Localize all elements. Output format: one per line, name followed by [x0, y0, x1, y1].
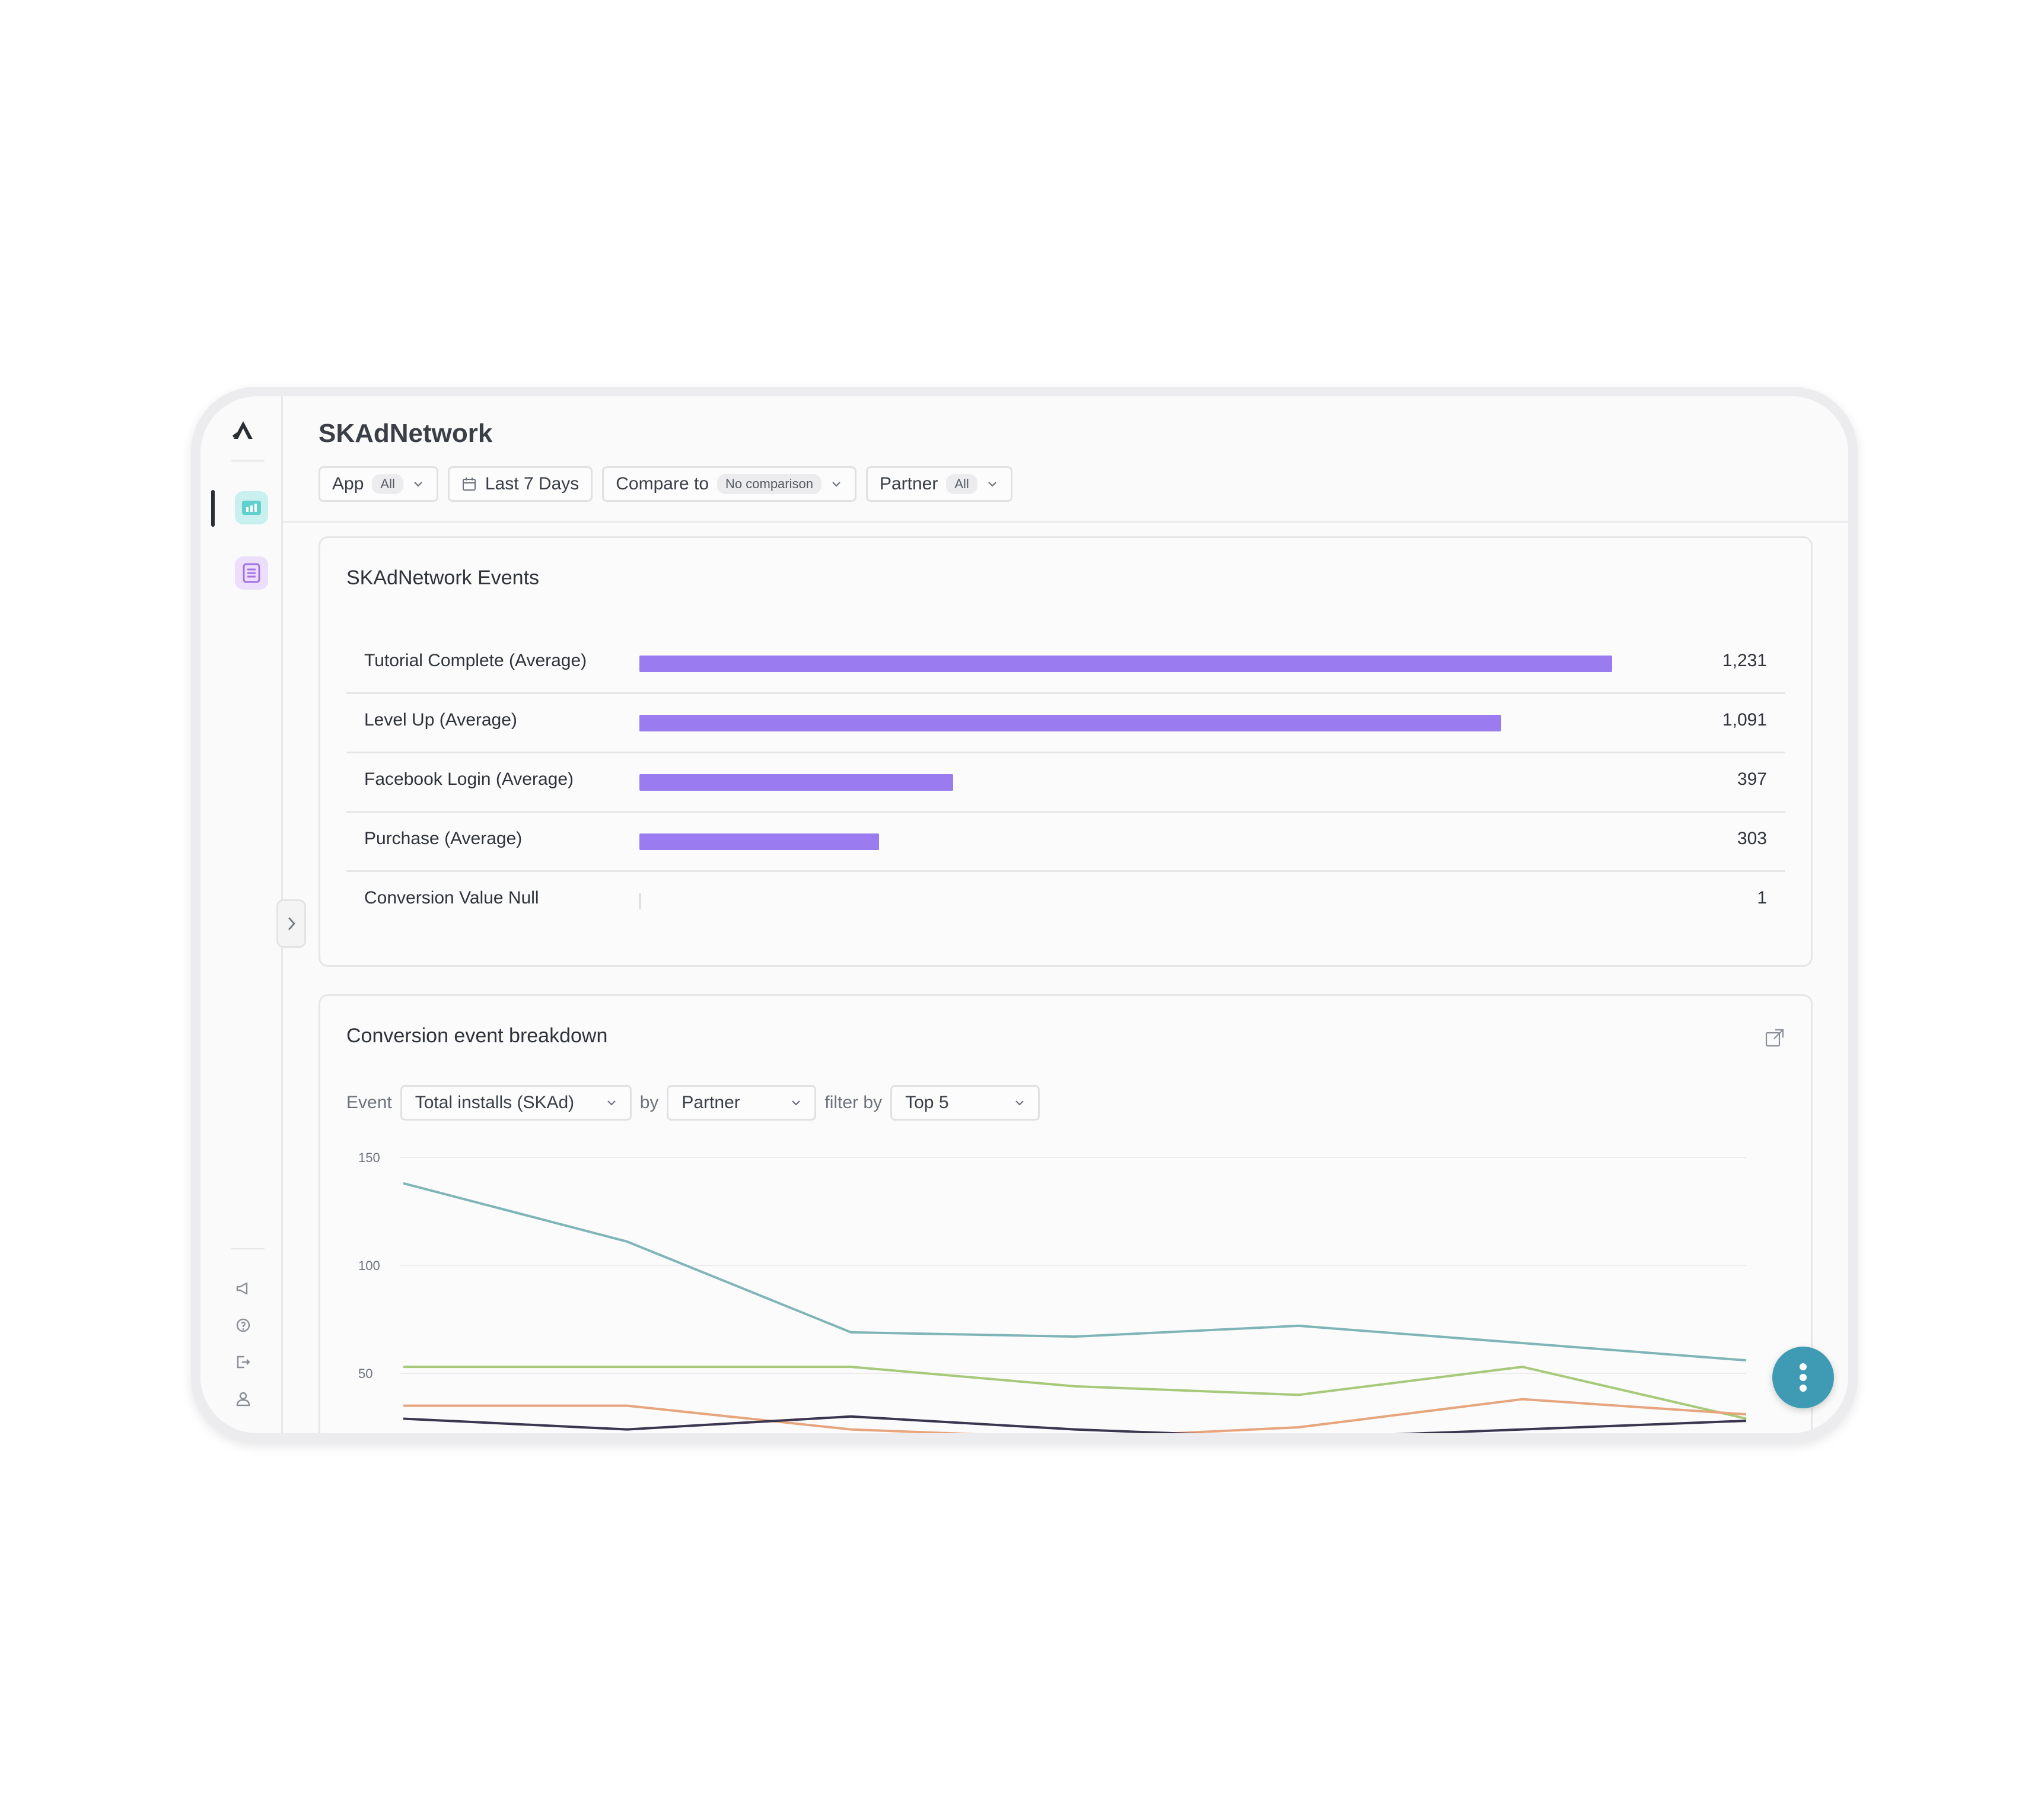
- chevron-down-icon: [792, 1100, 801, 1106]
- page-header: SKAdNetwork App All Last 7 Days Compare …: [283, 396, 1848, 523]
- chevron-down-icon: [832, 482, 840, 487]
- event-row: Conversion Value Null 1: [346, 870, 1785, 930]
- chevron-right-icon: [288, 917, 295, 930]
- chevron-down-icon: [988, 482, 996, 487]
- event-label: Tutorial Complete (Average): [364, 651, 587, 670]
- skadnetwork-events-card: SKAdNetwork Events Tutorial Complete (Av…: [319, 536, 1813, 967]
- partner-filter-label: Partner: [879, 474, 938, 494]
- event-row: Level Up (Average) 1,091: [346, 692, 1785, 753]
- conversion-breakdown-card: Conversion event breakdown Event Total i…: [319, 994, 1813, 1433]
- page-title: SKAdNetwork: [319, 419, 493, 448]
- partner-filter[interactable]: Partner All: [865, 466, 1012, 502]
- report-icon[interactable]: [235, 556, 268, 590]
- event-value: 303: [1737, 829, 1767, 848]
- event-select[interactable]: Total installs (SKAd): [400, 1085, 632, 1121]
- sidebar: [200, 396, 283, 1433]
- event-row: Purchase (Average) 303: [346, 811, 1785, 872]
- top-filter-value: Top 5: [905, 1093, 949, 1112]
- events-card-title: SKAdNetwork Events: [346, 567, 540, 589]
- external-link-icon[interactable]: [1765, 1028, 1785, 1048]
- event-value: 1: [1757, 888, 1767, 908]
- date-filter-label: Last 7 Days: [485, 474, 579, 494]
- sidebar-expand-button[interactable]: [276, 899, 306, 948]
- partner-select-value: Partner: [682, 1093, 740, 1112]
- sidebar-divider: [231, 460, 265, 462]
- app-filter[interactable]: App All: [319, 466, 438, 502]
- date-filter[interactable]: Last 7 Days: [447, 466, 593, 502]
- partner-filter-value: All: [946, 474, 977, 494]
- app-screen: SKAdNetwork App All Last 7 Days Compare …: [200, 396, 1848, 1433]
- breakdown-controls: Event Total installs (SKAd) by Partner f…: [346, 1085, 1040, 1121]
- event-label: Level Up (Average): [364, 710, 517, 730]
- app-filter-label: App: [332, 474, 364, 494]
- line-chart: 150 100 50: [358, 1150, 1747, 1433]
- series-line: [403, 1415, 1747, 1433]
- top-filter-select[interactable]: Top 5: [890, 1085, 1040, 1121]
- app-filter-value: All: [372, 474, 403, 494]
- logout-icon[interactable]: [235, 1354, 251, 1370]
- event-bar: [639, 774, 953, 791]
- event-bar: [639, 833, 879, 850]
- event-label: Purchase (Average): [364, 829, 523, 848]
- by-label: by: [639, 1093, 659, 1112]
- megaphone-icon[interactable]: [235, 1280, 251, 1297]
- filter-by-label: filter by: [824, 1093, 883, 1112]
- y-tick-label: 100: [358, 1258, 380, 1273]
- event-bar: [639, 715, 1501, 731]
- user-icon[interactable]: [235, 1391, 251, 1407]
- more-vertical-icon: [1800, 1363, 1807, 1392]
- chevron-down-icon: [607, 1100, 616, 1106]
- event-value: 1,231: [1722, 651, 1767, 670]
- compare-filter-value: No comparison: [717, 474, 821, 494]
- filter-bar: App All Last 7 Days Compare to No compar…: [319, 466, 1012, 502]
- event-value: 1,091: [1722, 710, 1767, 730]
- y-tick-label: 50: [358, 1366, 372, 1381]
- more-actions-button[interactable]: [1772, 1347, 1834, 1408]
- sidebar-divider: [231, 1248, 265, 1249]
- event-label: Facebook Login (Average): [364, 769, 574, 789]
- compare-filter-label: Compare to: [616, 474, 709, 494]
- device-frame: SKAdNetwork App All Last 7 Days Compare …: [191, 387, 1858, 1443]
- y-tick-label: 150: [358, 1150, 380, 1165]
- help-icon[interactable]: [235, 1317, 251, 1334]
- chevron-down-icon: [414, 482, 422, 487]
- event-select-value: Total installs (SKAd): [415, 1093, 575, 1112]
- event-row: Tutorial Complete (Average) 1,231: [346, 633, 1785, 694]
- logo-icon[interactable]: [230, 418, 256, 444]
- breakdown-card-title: Conversion event breakdown: [346, 1024, 608, 1047]
- event-bar: [639, 656, 1612, 672]
- chevron-down-icon: [1015, 1100, 1024, 1106]
- event-row: Facebook Login (Average) 397: [346, 752, 1785, 813]
- event-label: Conversion Value Null: [364, 888, 539, 908]
- calendar-icon: [462, 478, 476, 491]
- partner-select[interactable]: Partner: [667, 1085, 817, 1121]
- compare-filter[interactable]: Compare to No comparison: [602, 466, 856, 502]
- dashboard-icon[interactable]: [235, 491, 268, 524]
- series-line: [403, 1366, 1747, 1420]
- active-nav-indicator: [211, 490, 215, 527]
- event-value: 397: [1737, 769, 1767, 789]
- event-select-label: Event: [346, 1093, 392, 1112]
- event-bar: [639, 893, 641, 909]
- series-line: [403, 1182, 1747, 1362]
